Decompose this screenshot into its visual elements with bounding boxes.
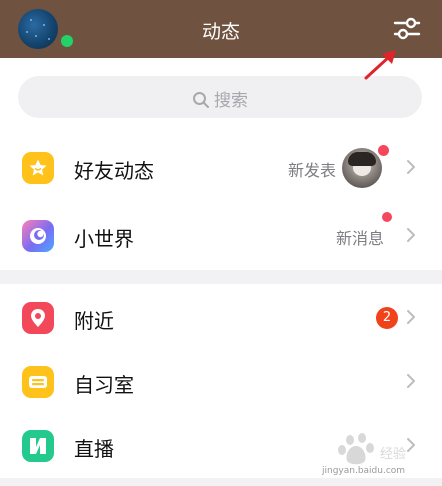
sliders-icon[interactable] bbox=[392, 14, 422, 44]
section-divider bbox=[0, 270, 442, 284]
list-item-small-world[interactable]: 小世界 新消息 bbox=[0, 204, 442, 268]
list-item-label: 自习室 bbox=[74, 373, 134, 397]
list-item-status: 新消息 bbox=[335, 229, 384, 248]
chevron-right-icon bbox=[407, 310, 415, 324]
live-icon bbox=[22, 430, 54, 462]
chevron-right-icon bbox=[407, 228, 415, 242]
list-item-study-room[interactable]: 自习室 bbox=[0, 350, 442, 414]
list-item-label: 好友动态 bbox=[74, 159, 154, 183]
unread-dot bbox=[382, 212, 392, 222]
search-icon bbox=[193, 92, 209, 108]
chevron-right-icon bbox=[407, 374, 415, 388]
list-item-label: 直播 bbox=[74, 437, 114, 461]
list-item-label: 附近 bbox=[74, 309, 114, 333]
annotation-arrow-icon bbox=[364, 50, 396, 80]
study-room-icon bbox=[22, 366, 54, 398]
svg-text:经验: 经验 bbox=[380, 446, 406, 462]
chevron-right-icon bbox=[407, 160, 415, 174]
planet-icon bbox=[22, 220, 54, 252]
notification-badge: 2 bbox=[376, 307, 398, 329]
location-pin-icon bbox=[22, 302, 54, 334]
star-icon bbox=[22, 152, 54, 184]
unread-dot bbox=[378, 145, 389, 156]
search-placeholder: 搜索 bbox=[214, 91, 248, 111]
search-bar[interactable]: 搜索 bbox=[18, 76, 422, 118]
main-content: 搜索 好友动态 新发表 小世界 新消息 附近 2 自习室 直播 bbox=[0, 58, 442, 486]
friend-post-thumbnail bbox=[342, 148, 382, 188]
bottom-divider bbox=[0, 478, 442, 486]
watermark-text: jingyan.baidu.com bbox=[322, 466, 406, 476]
list-item-status: 新发表 bbox=[287, 161, 336, 180]
list-item-nearby[interactable]: 附近 2 bbox=[0, 286, 442, 350]
page-title: 动态 bbox=[201, 21, 240, 43]
search-placeholder-wrap: 搜索 bbox=[18, 86, 422, 111]
list-item-label: 小世界 bbox=[74, 227, 134, 251]
list-item-friends-feed[interactable]: 好友动态 新发表 bbox=[0, 136, 442, 200]
